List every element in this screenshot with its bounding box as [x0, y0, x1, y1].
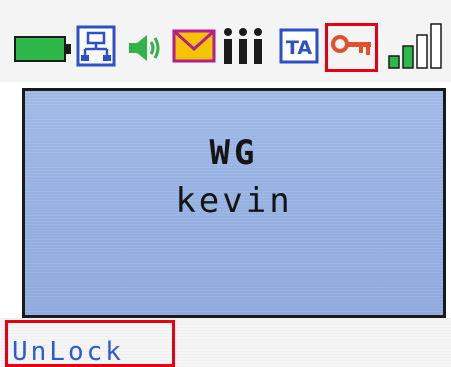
unlock-softkey-highlight — [5, 320, 175, 367]
display-line-2: kevin — [175, 181, 293, 221]
status-bar: TA — [0, 0, 451, 82]
network-icon — [76, 25, 116, 67]
battery-icon — [14, 34, 72, 64]
ta-label: TA — [286, 37, 312, 59]
signal-strength-icon — [387, 22, 451, 72]
message-icon — [172, 28, 216, 64]
phone-screen: TA WG kevin UnLock — [0, 0, 451, 367]
display-line-1: WG — [209, 133, 259, 173]
ring-tone-icon — [220, 26, 266, 66]
ta-icon: TA — [279, 28, 319, 64]
lcd-display: WG kevin — [22, 88, 446, 318]
speaker-icon — [126, 32, 164, 64]
key-icon-highlight — [325, 23, 378, 72]
